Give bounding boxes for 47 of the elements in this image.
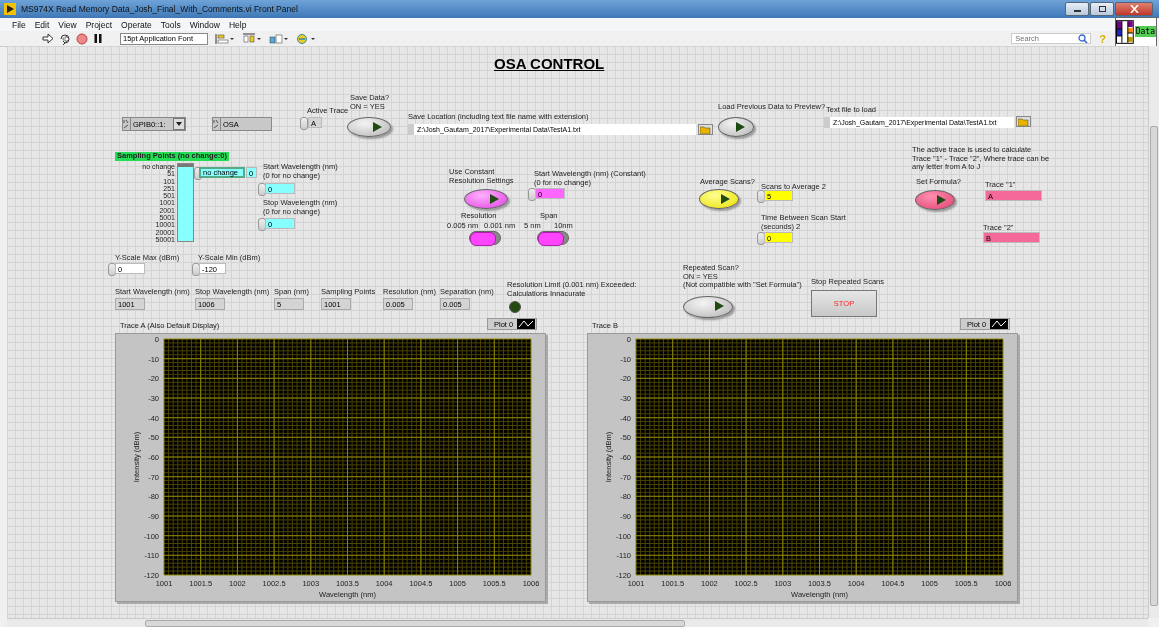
toggle-button[interactable]	[464, 189, 508, 209]
resize-icon[interactable]	[269, 32, 290, 45]
slider-thumb[interactable]	[178, 164, 193, 167]
run-arrow-icon[interactable]	[42, 33, 54, 44]
browse-button[interactable]	[698, 124, 713, 135]
abort-icon[interactable]	[76, 32, 88, 45]
menu-item[interactable]: Project	[85, 19, 113, 30]
slide-switch[interactable]	[537, 231, 569, 245]
close-button[interactable]	[1115, 2, 1153, 16]
pause-icon[interactable]	[93, 33, 103, 44]
app-icon	[4, 3, 16, 15]
distribute-icon[interactable]	[242, 32, 263, 45]
vertical-scrollbar[interactable]	[1148, 46, 1159, 618]
toggle-button[interactable]	[683, 296, 733, 318]
folder-icon	[700, 125, 711, 134]
toggle-button[interactable]	[699, 189, 739, 209]
menu-item[interactable]: Help	[228, 19, 247, 30]
run-continuously-icon[interactable]	[59, 32, 71, 45]
minimize-button[interactable]	[1065, 2, 1089, 16]
align-icon[interactable]	[215, 32, 236, 45]
scroll-thumb[interactable]	[1150, 126, 1158, 606]
toggle-button[interactable]	[347, 117, 391, 137]
slider-track[interactable]	[177, 163, 194, 242]
folder-icon	[1018, 117, 1029, 126]
menu-item[interactable]: View	[58, 19, 77, 30]
vi-icon-label: Data	[1134, 26, 1156, 37]
browse-button[interactable]	[1016, 116, 1031, 127]
toggle-button[interactable]	[718, 117, 754, 137]
panel-heading: OSA CONTROL	[494, 55, 605, 72]
menu-item[interactable]: Edit	[34, 19, 50, 30]
horizontal-scrollbar[interactable]	[7, 618, 1148, 627]
line-style-icon	[517, 319, 536, 329]
resource-icon	[123, 118, 131, 130]
menu-item[interactable]: Window	[189, 19, 220, 30]
window-title: MS974X Read Memory Data_Josh_Final_With_Comments.vi Front Panel	[21, 4, 298, 14]
menu-item[interactable]: Tools	[160, 19, 181, 30]
restore-button[interactable]	[1090, 2, 1114, 16]
toggle-button[interactable]	[915, 190, 955, 210]
slide-switch[interactable]	[469, 231, 501, 245]
menu-item[interactable]: File	[12, 19, 26, 30]
resource-icon	[213, 118, 221, 130]
line-style-icon	[990, 319, 1009, 329]
restore-icon	[1097, 5, 1107, 13]
menu-item[interactable]: Operate	[121, 19, 152, 30]
reorder-icon[interactable]	[296, 32, 317, 45]
scroll-thumb[interactable]	[145, 620, 685, 627]
close-icon	[1129, 5, 1139, 13]
